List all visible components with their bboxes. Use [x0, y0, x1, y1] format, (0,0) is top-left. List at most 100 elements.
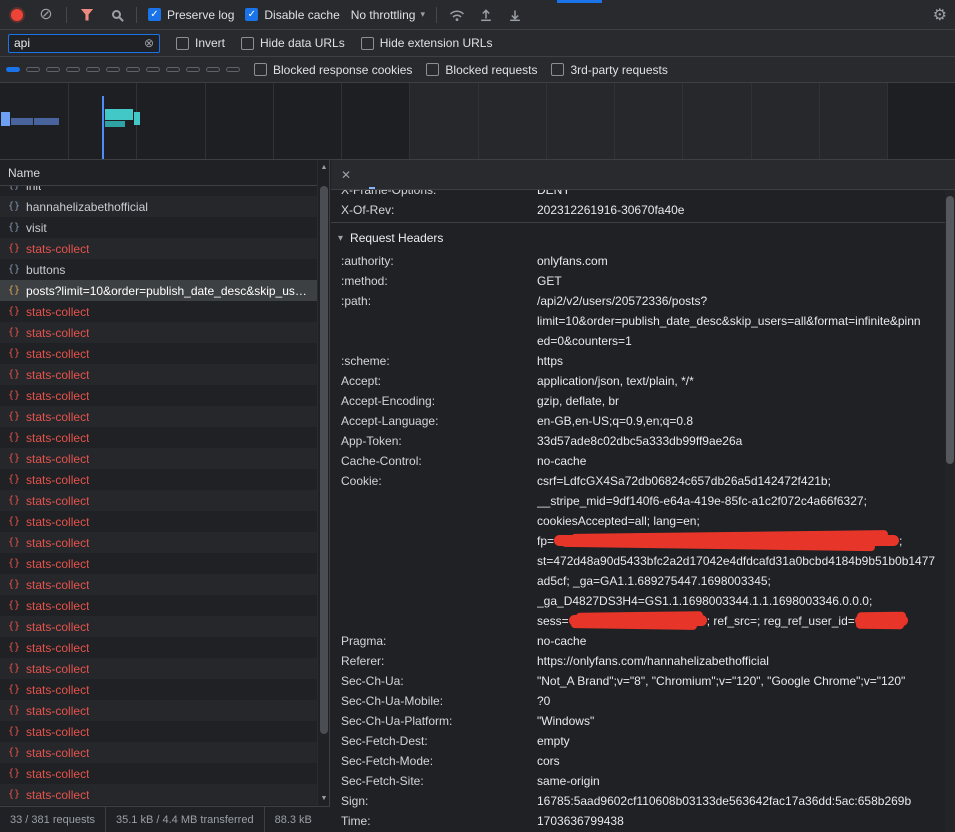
- record-button[interactable]: [8, 6, 26, 24]
- checkbox-unchecked-icon: [241, 37, 254, 50]
- request-row[interactable]: {} stats-collect: [0, 532, 317, 553]
- request-row[interactable]: {} stats-collect: [0, 469, 317, 490]
- request-row[interactable]: {} stats-collect: [0, 616, 317, 637]
- resource-type-chip[interactable]: [206, 67, 220, 72]
- header-value: DENY: [537, 190, 945, 200]
- request-row[interactable]: {} stats-collect: [0, 553, 317, 574]
- resource-type-chip[interactable]: [86, 67, 100, 72]
- request-row[interactable]: {} stats-collect: [0, 238, 317, 259]
- resource-type-chip[interactable]: [106, 67, 120, 72]
- clear-filter-icon[interactable]: ⊗: [144, 37, 154, 49]
- scroll-down-icon[interactable]: ▼: [318, 795, 330, 802]
- request-name: stats-collect: [26, 599, 89, 613]
- request-row[interactable]: {} stats-collect: [0, 322, 317, 343]
- details-tab[interactable]: [405, 160, 427, 189]
- request-row[interactable]: {} hannahelizabethofficial: [0, 196, 317, 217]
- request-row[interactable]: {} stats-collect: [0, 427, 317, 448]
- request-row[interactable]: {} posts?limit=10&order=publish_date_des…: [0, 280, 317, 301]
- timeline-overview[interactable]: [0, 83, 955, 160]
- resource-type-chip[interactable]: [66, 67, 80, 72]
- request-row[interactable]: {} stats-collect: [0, 343, 317, 364]
- resource-type-chip[interactable]: [166, 67, 180, 72]
- overview-bar: [105, 121, 125, 127]
- settings-gear-icon[interactable]: ⚙: [933, 5, 947, 25]
- preserve-log-checkbox[interactable]: ✓ Preserve log: [148, 8, 234, 22]
- request-name: stats-collect: [26, 515, 89, 529]
- resource-type-chip[interactable]: [126, 67, 140, 72]
- search-icon[interactable]: [107, 6, 125, 24]
- details-tab[interactable]: [449, 160, 471, 189]
- resource-type-chip[interactable]: [226, 67, 240, 72]
- resource-type-chip[interactable]: [6, 67, 20, 72]
- header-value: 202312261916-30670fa40e: [537, 200, 945, 220]
- throttling-select[interactable]: No throttling ▾: [351, 8, 425, 22]
- request-row[interactable]: {} stats-collect: [0, 490, 317, 511]
- disable-cache-checkbox[interactable]: ✓ Disable cache: [245, 8, 339, 22]
- request-row[interactable]: {} stats-collect: [0, 301, 317, 322]
- name-column-header[interactable]: Name: [0, 160, 329, 186]
- request-row[interactable]: {} stats-collect: [0, 637, 317, 658]
- request-row[interactable]: {} stats-collect: [0, 742, 317, 763]
- request-row[interactable]: {} stats-collect: [0, 700, 317, 721]
- resource-type-chip[interactable]: [146, 67, 160, 72]
- request-row[interactable]: {} stats-collect: [0, 448, 317, 469]
- network-filter-checkbox[interactable]: Blocked requests: [426, 63, 537, 77]
- scrollbar-thumb[interactable]: [946, 196, 954, 464]
- filter-input[interactable]: api ⊗: [8, 34, 160, 53]
- chevron-down-icon: ▾: [420, 9, 425, 20]
- request-list-scrollbar[interactable]: ▲ ▼: [317, 160, 329, 806]
- export-har-icon[interactable]: [506, 6, 524, 24]
- request-row[interactable]: {} stats-collect: [0, 658, 317, 679]
- request-count: 33 / 381 requests: [0, 807, 106, 832]
- checkbox-checked-icon: ✓: [245, 8, 258, 21]
- details-tab[interactable]: [493, 160, 515, 189]
- request-header-row: Accept: application/json, text/plain, */…: [331, 371, 945, 391]
- network-summary-bar: 33 / 381 requests 35.1 kB / 4.4 MB trans…: [0, 806, 330, 832]
- import-har-icon[interactable]: [477, 6, 495, 24]
- resource-type-chip[interactable]: [26, 67, 40, 72]
- request-row[interactable]: {} stats-collect: [0, 385, 317, 406]
- checkbox-unchecked-icon: [176, 37, 189, 50]
- header-name: Pragma:: [341, 631, 537, 651]
- network-filter-label: 3rd-party requests: [570, 63, 667, 77]
- request-row[interactable]: {} buttons: [0, 259, 317, 280]
- network-filter-checkbox[interactable]: 3rd-party requests: [551, 63, 667, 77]
- toolbar-divider: [136, 7, 137, 23]
- request-row[interactable]: {} stats-collect: [0, 406, 317, 427]
- json-braces-icon: {}: [8, 600, 20, 611]
- request-row[interactable]: {} stats-collect: [0, 784, 317, 805]
- hide-extension-urls-checkbox[interactable]: Hide extension URLs: [361, 36, 493, 50]
- request-row[interactable]: {} stats-collect: [0, 511, 317, 532]
- network-filter-checkbox[interactable]: Blocked response cookies: [254, 63, 412, 77]
- request-row[interactable]: {} stats-collect: [0, 763, 317, 784]
- request-row[interactable]: {} stats-collect: [0, 364, 317, 385]
- json-braces-icon: {}: [8, 747, 20, 758]
- request-row[interactable]: {} stats-collect: [0, 721, 317, 742]
- request-row[interactable]: {} init: [0, 186, 317, 196]
- header-value: gzip, deflate, br: [537, 391, 945, 411]
- request-row[interactable]: {} stats-collect: [0, 679, 317, 700]
- filter-icon[interactable]: [78, 6, 96, 24]
- details-scrollbar[interactable]: [945, 190, 955, 832]
- clear-network-log-icon[interactable]: ⊘: [37, 6, 55, 24]
- request-headers-section-header[interactable]: ▾ Request Headers: [331, 225, 945, 251]
- close-icon[interactable]: ✕: [331, 168, 361, 182]
- resource-type-chip[interactable]: [186, 67, 200, 72]
- invert-checkbox[interactable]: Invert: [176, 36, 225, 50]
- funnel-icon: [81, 9, 94, 21]
- hide-data-urls-checkbox[interactable]: Hide data URLs: [241, 36, 345, 50]
- request-row[interactable]: {} stats-collect: [0, 595, 317, 616]
- request-row[interactable]: {} stats-collect: [0, 574, 317, 595]
- network-conditions-icon[interactable]: [448, 6, 466, 24]
- scrollbar-thumb[interactable]: [320, 186, 328, 734]
- details-tab[interactable]: [383, 160, 405, 189]
- request-row[interactable]: {} visit: [0, 217, 317, 238]
- header-name: Accept:: [341, 371, 537, 391]
- scroll-up-icon[interactable]: ▲: [318, 164, 330, 171]
- json-braces-icon: {}: [8, 411, 20, 422]
- request-name: stats-collect: [26, 347, 89, 361]
- details-tab[interactable]: [471, 160, 493, 189]
- details-tab[interactable]: [427, 160, 449, 189]
- details-tab[interactable]: [361, 160, 383, 189]
- resource-type-chip[interactable]: [46, 67, 60, 72]
